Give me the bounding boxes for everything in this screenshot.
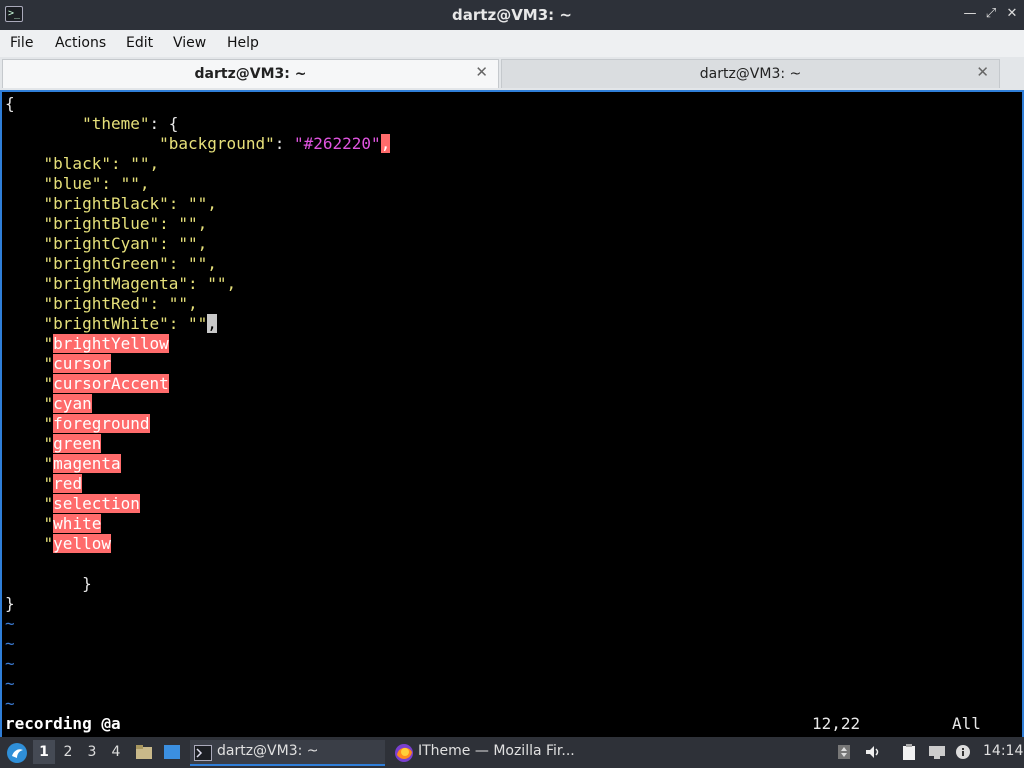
file-manager-icon[interactable] bbox=[135, 743, 153, 761]
volume-icon[interactable] bbox=[864, 744, 882, 760]
editor-line: "brightYellow bbox=[43, 334, 169, 353]
editor-line: "green bbox=[43, 434, 102, 453]
tab-terminal-1[interactable]: dartz@VM3: ~ ✕ bbox=[2, 59, 499, 88]
menu-file[interactable]: File bbox=[10, 35, 33, 51]
editor-line: "brightGreen": "", bbox=[43, 254, 217, 273]
status-scroll: All bbox=[952, 714, 981, 733]
taskbar: 1 2 3 4 dartz@VM3: ~ ITheme — Mozilla Fi… bbox=[0, 737, 1024, 768]
menu-edit[interactable]: Edit bbox=[126, 35, 153, 51]
tab-label: dartz@VM3: ~ bbox=[699, 66, 802, 82]
status-cursor-position: 12,22 bbox=[812, 714, 861, 733]
taskbar-terminal-label: dartz@VM3: ~ bbox=[217, 743, 319, 759]
minimize-button[interactable]: — bbox=[962, 6, 978, 22]
status-recording: recording @a bbox=[5, 714, 121, 733]
start-menu-icon[interactable] bbox=[6, 742, 28, 764]
title-bar: >_ dartz@VM3: ~ — ⤢ ✕ bbox=[0, 0, 1024, 30]
empty-line-marker: ~ bbox=[5, 674, 15, 693]
menu-bar: File Actions Edit View Help bbox=[0, 30, 1024, 57]
editor-line: "cursorAccent bbox=[43, 374, 169, 393]
editor-line: "brightRed": "", bbox=[43, 294, 198, 313]
editor-line: "white bbox=[43, 514, 102, 533]
text-cursor: , bbox=[207, 314, 217, 333]
tab-close-icon[interactable]: ✕ bbox=[976, 63, 989, 81]
menu-view[interactable]: View bbox=[173, 35, 206, 51]
editor-line: "red bbox=[43, 474, 83, 493]
workspace-2[interactable]: 2 bbox=[57, 740, 79, 764]
taskbar-firefox-task[interactable]: ITheme — Mozilla Fir... bbox=[392, 740, 592, 766]
terminal-icon bbox=[194, 745, 212, 761]
show-desktop-icon[interactable] bbox=[163, 743, 181, 761]
clipboard-icon[interactable] bbox=[900, 744, 918, 760]
editor-line: "black": "", bbox=[43, 154, 160, 173]
network-icon[interactable] bbox=[928, 744, 946, 760]
editor-line: } bbox=[5, 594, 15, 613]
empty-line-marker: ~ bbox=[5, 694, 15, 713]
editor-line: "brightBlue": "", bbox=[43, 214, 208, 233]
editor-line: "background": "#262220", bbox=[159, 134, 391, 153]
menu-help[interactable]: Help bbox=[227, 35, 259, 51]
close-window-button[interactable]: ✕ bbox=[1004, 6, 1020, 22]
editor-line: "foreground bbox=[43, 414, 150, 433]
notification-info-icon[interactable] bbox=[954, 744, 972, 760]
empty-line-marker: ~ bbox=[5, 614, 15, 633]
editor-line: "brightMagenta": "", bbox=[43, 274, 237, 293]
editor-line: } bbox=[82, 574, 92, 593]
tab-close-icon[interactable]: ✕ bbox=[475, 63, 488, 81]
firefox-icon bbox=[395, 744, 413, 762]
tray-updown-icon[interactable] bbox=[835, 744, 853, 760]
editor-line: "brightWhite": "", bbox=[43, 314, 217, 333]
tab-bar: dartz@VM3: ~ ✕ dartz@VM3: ~ ✕ bbox=[0, 57, 1024, 90]
workspace-1[interactable]: 1 bbox=[33, 740, 55, 764]
editor-line: "brightBlack": "", bbox=[43, 194, 217, 213]
editor-line: "theme": { bbox=[82, 114, 179, 133]
tab-terminal-2[interactable]: dartz@VM3: ~ ✕ bbox=[501, 59, 1000, 88]
editor-line: "cyan bbox=[43, 394, 92, 413]
editor-line: { bbox=[5, 94, 15, 113]
tab-label: dartz@VM3: ~ bbox=[194, 66, 307, 82]
clock[interactable]: 14:14 bbox=[983, 743, 1023, 759]
window-title: dartz@VM3: ~ bbox=[452, 6, 572, 24]
taskbar-firefox-label: ITheme — Mozilla Fir... bbox=[418, 743, 575, 759]
workspace-4[interactable]: 4 bbox=[105, 740, 127, 764]
editor-line: "blue": "", bbox=[43, 174, 150, 193]
editor-line: "yellow bbox=[43, 534, 111, 553]
empty-line-marker: ~ bbox=[5, 654, 15, 673]
editor-line: "cursor bbox=[43, 354, 111, 373]
empty-line-marker: ~ bbox=[5, 634, 15, 653]
taskbar-terminal-task[interactable]: dartz@VM3: ~ bbox=[190, 740, 385, 766]
editor-line: "magenta bbox=[43, 454, 121, 473]
maximize-button[interactable]: ⤢ bbox=[983, 6, 999, 22]
editor-line: "selection bbox=[43, 494, 140, 513]
workspace-3[interactable]: 3 bbox=[81, 740, 103, 764]
terminal-area[interactable]: { "theme": { "background": "#262220", "b… bbox=[0, 90, 1024, 737]
editor-line: "brightCyan": "", bbox=[43, 234, 208, 253]
menu-actions[interactable]: Actions bbox=[55, 35, 106, 51]
